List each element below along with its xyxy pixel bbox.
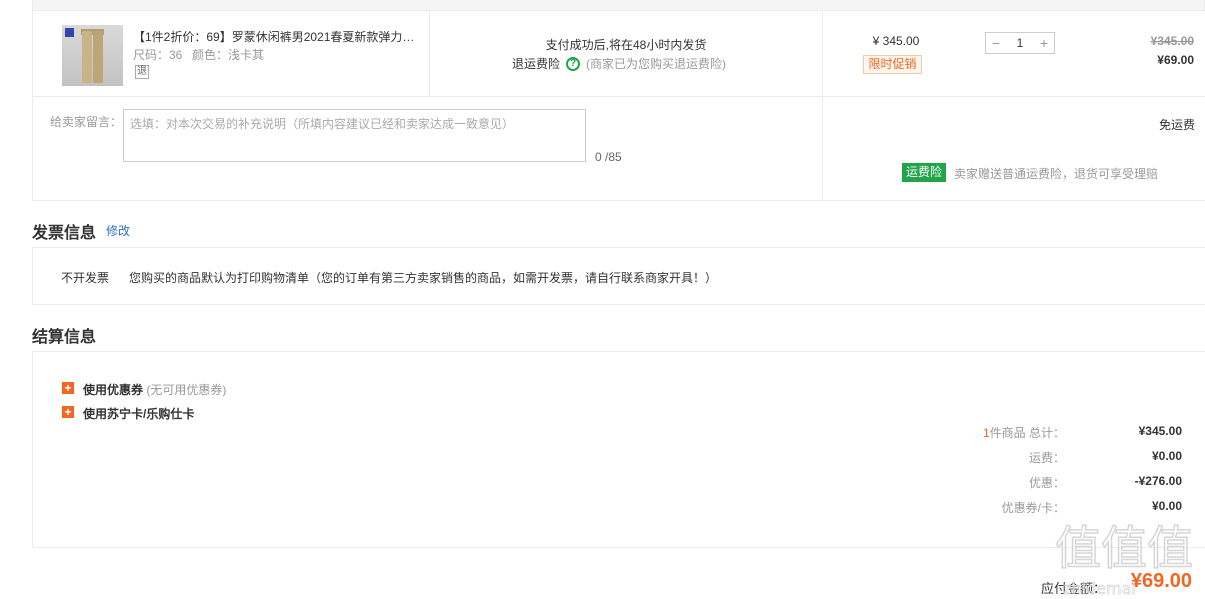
invoice-type: 不开发票 [61,271,110,285]
seller-message-label: 给卖家留言： [50,115,123,129]
invoice-section-title: 发票信息 [32,225,97,242]
return-insurance-note: (商家已为您购买退运费险) [586,57,727,71]
decrease-quantity-button[interactable]: − [986,33,1006,53]
seller-message-input[interactable] [123,109,586,162]
return-policy-icon: 退 [135,65,149,79]
free-shipping-label: 免运费 [1158,118,1195,132]
return-insurance-label: 退运费险 [512,57,561,71]
product-thumbnail[interactable] [62,25,123,86]
use-coupon-label: 使用优惠券 [83,383,144,397]
divider [429,11,430,96]
coupon-availability-note: (无可用优惠券) [146,383,227,397]
watermark-logo: 值值值 zhidemai [1055,520,1194,598]
shipping-insurance-badge: 运费险 [902,163,947,182]
summary-coupon-card-row: 优惠券/卡： ¥0.00 [0,499,1195,515]
expand-plus-icon[interactable]: + [62,406,74,418]
divider [822,11,823,200]
shipping-insurance-text: 卖家赠送普通运费险，退货可享受理赔 [954,167,1159,181]
original-price: ¥345.00 [1150,34,1194,48]
summary-freight-row: 运费： ¥0.00 [0,449,1195,465]
summary-total-row: 1件商品 总计： ¥345.00 [0,424,1195,440]
invoice-edit-link[interactable]: 修改 [106,222,130,239]
item-count: 1 [982,426,990,440]
summary-discount-row: 优惠： -¥276.00 [0,474,1195,490]
product-color: 颜色：浅卡其 [192,48,265,62]
expand-plus-icon[interactable]: + [62,382,74,394]
summary-total-label: 1件商品 总计： [983,424,1065,441]
freight-label: 运费： [1028,451,1065,465]
svg-text:值值值: 值值值 [1055,521,1193,575]
use-gift-card-toggle[interactable]: 使用苏宁卡/乐购仕卡 [83,405,194,422]
shipping-note: 支付成功后,将在48小时内发货 [545,38,707,52]
settlement-section-title: 结算信息 [32,329,97,346]
quantity-stepper: − 1 + [985,32,1055,54]
divider [33,96,1205,97]
svg-text:zhidemai: zhidemai [1063,579,1136,598]
product-size: 尺码：36 [133,48,183,62]
help-icon[interactable]: ? [566,56,581,71]
promo-tag: 限时促销 [863,55,922,74]
return-insurance-line: 退运费险 ? (商家已为您购买退运费险) [512,55,726,72]
increase-quantity-button[interactable]: + [1034,33,1054,53]
summary-total-text: 件商品 总计： [989,426,1065,440]
use-coupon-toggle[interactable]: 使用优惠券 (无可用优惠券) [83,381,226,398]
final-price: ¥69.00 [1157,53,1194,67]
quantity-value[interactable]: 1 [1006,33,1034,53]
invoice-description: 您购买的商品默认为打印购物清单（您的订单有第三方卖家销售的商品，如需开发票，请自… [129,271,718,285]
coupon-card-value: ¥0.00 [1151,499,1182,513]
unit-price: ¥ 345.00 [872,34,920,48]
freight-value: ¥0.00 [1151,449,1182,463]
message-char-counter: 0 /85 [595,150,622,164]
discount-label: 优惠： [1028,476,1065,490]
discount-value: -¥276.00 [1134,474,1182,488]
summary-total-value: ¥345.00 [1138,424,1182,438]
product-title-link[interactable]: 【1件2折价：69】罗蒙休闲裤男2021春夏新款弹力修身直筒西裤 [133,28,421,45]
